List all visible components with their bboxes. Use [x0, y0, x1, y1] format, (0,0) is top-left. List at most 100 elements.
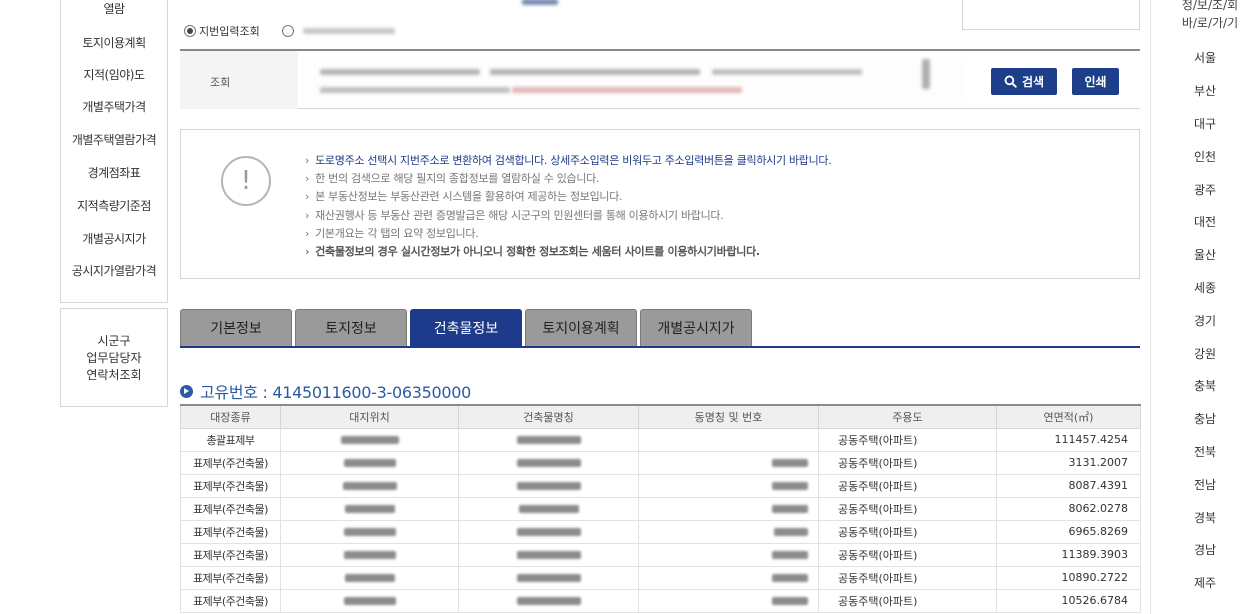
- arrow-bullet-icon: [180, 384, 193, 398]
- main-use: 공동주택(아파트): [818, 473, 997, 498]
- table-row[interactable]: 총괄표제부 공동주택(아파트) 111457.4254: [180, 427, 1141, 452]
- menu-item-view[interactable]: 열람: [61, 0, 167, 17]
- floor-area: 111457.4254: [996, 427, 1141, 452]
- floor-area: 10526.6784: [996, 588, 1141, 613]
- column-header: 대장종류: [180, 404, 281, 429]
- site-location: [280, 496, 459, 521]
- region-link-busan[interactable]: 부산: [1175, 82, 1235, 99]
- building-name: [458, 565, 639, 590]
- site-location: [280, 542, 459, 567]
- search-icon: [1004, 75, 1017, 88]
- region-link-daejeon[interactable]: 대전: [1175, 213, 1235, 230]
- print-button[interactable]: 인쇄: [1072, 68, 1119, 95]
- main-use: 공동주택(아파트): [818, 450, 997, 475]
- region-link-gangwon[interactable]: 강원: [1175, 345, 1235, 362]
- region-link-gyeongbuk[interactable]: 경북: [1175, 509, 1235, 526]
- menu-item-land-use-plan[interactable]: 토지이용계획: [61, 34, 167, 51]
- contact-line: 연락처조회: [86, 368, 142, 382]
- building-number: [638, 542, 819, 567]
- menu-item-survey-control[interactable]: 지적측량기준점: [61, 197, 167, 214]
- redacted-text: [522, 0, 560, 5]
- contact-lookup-button[interactable]: 시군구 업무담당자 연락처조회: [60, 308, 168, 407]
- search-form: 조회 검색 인쇄: [180, 49, 1140, 109]
- column-header: 건축물명칭: [458, 404, 639, 429]
- column-header: 주용도: [818, 404, 997, 429]
- contact-line: 시군구: [97, 334, 131, 348]
- building-name: [458, 519, 639, 544]
- contact-line: 업무담당자: [86, 351, 142, 365]
- table-row[interactable]: 표제부(주건축물) 공동주택(아파트) 8062.0278: [180, 496, 1141, 521]
- site-location: [280, 588, 459, 613]
- region-link-seoul[interactable]: 서울: [1175, 49, 1235, 66]
- building-number: [638, 473, 819, 498]
- radio-lot-number[interactable]: [184, 25, 196, 37]
- tab-building-info[interactable]: 건축물정보: [410, 309, 522, 346]
- table-row[interactable]: 표제부(주건축물) 공동주택(아파트) 10890.2722: [180, 565, 1141, 590]
- region-link-sejong[interactable]: 세종: [1175, 279, 1235, 296]
- notice-box: ! › 도로명주소 선택시 지번주소로 변환하여 검색합니다. 상세주소입력은 비…: [180, 129, 1140, 279]
- top-panel: [962, 0, 1140, 30]
- unique-number-label: 고유번호 : 4145011600-3-06350000: [200, 383, 472, 402]
- table-row[interactable]: 표제부(주건축물) 공동주택(아파트) 8087.4391: [180, 473, 1141, 498]
- region-link-ulsan[interactable]: 울산: [1175, 246, 1235, 263]
- floor-area: 3131.2007: [996, 450, 1141, 475]
- table-row[interactable]: 표제부(주건축물) 공동주택(아파트) 11389.3903: [180, 542, 1141, 567]
- main-use: 공동주택(아파트): [818, 542, 997, 567]
- region-link-jeju[interactable]: 제주: [1175, 574, 1235, 591]
- menu-item-land-price-view[interactable]: 공시지가열람가격: [61, 262, 167, 279]
- building-name: [458, 473, 639, 498]
- menu-item-land-price[interactable]: 개별공시지가: [61, 230, 167, 247]
- floor-area: 11389.3903: [996, 542, 1141, 567]
- site-location: [280, 565, 459, 590]
- building-name: [458, 542, 639, 567]
- region-link-gyeonggi[interactable]: 경기: [1175, 312, 1235, 329]
- radio-road-address[interactable]: [281, 25, 294, 37]
- region-link-gyeongnam[interactable]: 경남: [1175, 541, 1235, 558]
- floor-area: 10890.2722: [996, 565, 1141, 590]
- print-button-label: 인쇄: [1084, 75, 1107, 89]
- region-link-chungbuk[interactable]: 충북: [1175, 377, 1235, 394]
- building-name: [458, 450, 639, 475]
- region-link-gwangju[interactable]: 광주: [1175, 181, 1235, 198]
- table-row[interactable]: 표제부(주건축물) 공동주택(아파트) 10526.6784: [180, 588, 1141, 613]
- building-number: [638, 519, 819, 544]
- building-number: [638, 588, 819, 613]
- register-type: 표제부(주건축물): [180, 519, 281, 544]
- region-link-incheon[interactable]: 인천: [1175, 148, 1235, 165]
- table-row[interactable]: 표제부(주건축물) 공동주택(아파트) 3131.2007: [180, 450, 1141, 475]
- region-link-jeonnam[interactable]: 전남: [1175, 476, 1235, 493]
- notice-item: › 건축물정보의 경우 실시간정보가 아니오니 정확한 정보조회는 세움터 사이트…: [305, 245, 760, 259]
- region-nav-title: 정/보/조/회 바/로/가/기: [1181, 0, 1239, 30]
- radio-lot-number-label: 지번입력조회: [199, 25, 260, 38]
- tab-land-price[interactable]: 개별공시지가: [640, 309, 752, 346]
- tab-land-use-plan[interactable]: 토지이용계획: [525, 309, 637, 346]
- menu-item-boundary-coords[interactable]: 경계점좌표: [61, 164, 167, 181]
- region-link-daegu[interactable]: 대구: [1175, 115, 1235, 132]
- site-location: [280, 427, 459, 452]
- table-header-row: 대장종류 대지위치 건축물명칭 동명칭 및 번호 주용도 연면적(㎡): [180, 404, 1141, 429]
- search-button[interactable]: 검색: [991, 68, 1057, 95]
- address-input-area[interactable]: [302, 57, 962, 103]
- register-type: 표제부(주건축물): [180, 450, 281, 475]
- search-button-label: 검색: [1021, 75, 1045, 89]
- floor-area: 6965.8269: [996, 519, 1141, 544]
- menu-item-house-price[interactable]: 개별주택가격: [61, 98, 167, 115]
- notice-item: › 본 부동산정보는 부동산관련 시스템을 활용하여 제공하는 정보입니다.: [305, 190, 623, 204]
- building-register-table: 대장종류 대지위치 건축물명칭 동명칭 및 번호 주용도 연면적(㎡) 총괄표제…: [180, 404, 1141, 613]
- tab-basic-info[interactable]: 기본정보: [180, 309, 292, 346]
- region-link-jeonbuk[interactable]: 전북: [1175, 443, 1235, 460]
- menu-item-cadastral-map[interactable]: 지적(임야)도: [61, 66, 167, 83]
- table-row[interactable]: 표제부(주건축물) 공동주택(아파트) 6965.8269: [180, 519, 1141, 544]
- register-type: 표제부(주건축물): [180, 496, 281, 521]
- register-type: 표제부(주건축물): [180, 473, 281, 498]
- main-use: 공동주택(아파트): [818, 588, 997, 613]
- search-mode-radios: 지번입력조회: [184, 22, 395, 40]
- notice-item: › 도로명주소 선택시 지번주소로 변환하여 검색합니다. 상세주소입력은 비워두…: [305, 154, 832, 167]
- floor-area: 8087.4391: [996, 473, 1141, 498]
- radio-road-address-label: [302, 28, 395, 34]
- menu-item-house-price-view[interactable]: 개별주택열람가격: [61, 131, 167, 148]
- tab-land-info[interactable]: 토지정보: [295, 309, 407, 346]
- building-name: [458, 496, 639, 521]
- notice-item: › 한 번의 검색으로 해당 필지의 종합정보를 열람하실 수 있습니다.: [305, 172, 600, 186]
- region-link-chungnam[interactable]: 충남: [1175, 410, 1235, 427]
